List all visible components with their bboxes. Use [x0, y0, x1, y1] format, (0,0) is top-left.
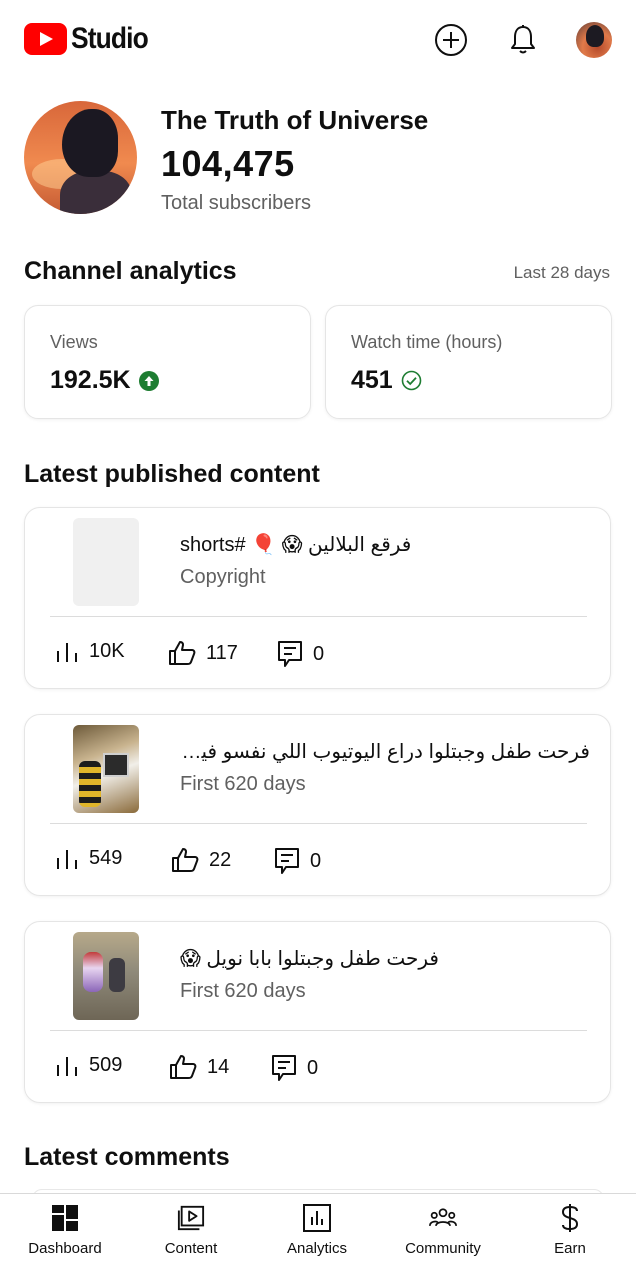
content-icon [177, 1204, 205, 1232]
bottom-navigation: Dashboard Content Analytics Community Ea… [0, 1193, 636, 1280]
likes-count: 14 [207, 1055, 230, 1078]
comment-icon [275, 848, 299, 874]
views-metric: 509 [55, 1054, 122, 1077]
content-card[interactable]: فرحت طفل وجبتلوا دراع اليوتيوب اللي نفسو… [24, 714, 611, 896]
subscriber-label: Total subscribers [161, 192, 312, 214]
video-title: فرحت طفل وجبتلوا بابا نويل 😱 [180, 948, 439, 970]
logo-text: Studio [71, 22, 149, 55]
channel-avatar[interactable] [24, 101, 137, 214]
dollar-icon [556, 1204, 584, 1232]
nav-label: Analytics [286, 1240, 348, 1257]
comments-count: 0 [307, 1056, 319, 1079]
bar-chart-icon [57, 849, 77, 869]
video-thumbnail[interactable] [73, 518, 139, 606]
views-metric: 549 [55, 847, 122, 870]
video-thumbnail[interactable] [73, 932, 139, 1020]
content-card[interactable]: فرحت طفل وجبتلوا بابا نويل 😱 First 620 d… [24, 921, 611, 1103]
likes-count: 117 [206, 641, 238, 664]
likes-metric: 117 [168, 640, 238, 666]
channel-name: The Truth of Universe [161, 105, 429, 135]
nav-earn[interactable]: Earn [510, 1194, 630, 1280]
views-value-row: 192.5K [50, 366, 159, 395]
nav-content[interactable]: Content [131, 1194, 251, 1280]
comments-metric: 0 [274, 847, 321, 875]
likes-metric: 22 [171, 847, 231, 873]
dashboard-icon [51, 1204, 79, 1232]
divider [50, 823, 587, 824]
bar-chart-icon [57, 1056, 77, 1076]
views-card[interactable]: Views 192.5K [24, 305, 311, 419]
channel-profile: The Truth of Universe 104,475 Total subs… [24, 101, 624, 215]
divider [50, 1030, 587, 1031]
video-subtitle: First 620 days [180, 980, 306, 1002]
watch-time-value: 451 [351, 366, 393, 394]
comments-metric: 0 [271, 1054, 318, 1082]
views-value: 192.5K [50, 366, 131, 394]
video-subtitle: First 620 days [180, 773, 306, 795]
thumbs-up-icon [169, 641, 196, 665]
youtube-studio-logo[interactable]: Studio [24, 22, 158, 56]
nav-label: Dashboard [28, 1240, 102, 1257]
bar-chart-icon [57, 642, 77, 662]
analytics-icon [303, 1204, 331, 1232]
comment-icon [272, 1055, 296, 1081]
likes-metric: 14 [169, 1054, 229, 1080]
video-thumbnail[interactable] [73, 725, 139, 813]
watch-time-card[interactable]: Watch time (hours) 451 [325, 305, 612, 419]
account-avatar[interactable] [576, 22, 612, 58]
divider [50, 616, 587, 617]
video-title: فرحت طفل وجبتلوا دراع اليوتيوب اللي نفسو… [180, 741, 590, 763]
create-icon [435, 24, 467, 56]
check-circle-icon [401, 370, 422, 391]
video-title: فرقع البلالين 😱 🎈 #shorts [180, 534, 412, 556]
nav-community[interactable]: Community [383, 1194, 503, 1280]
video-subtitle: Copyright [180, 566, 266, 588]
comment-icon [278, 641, 302, 667]
thumbs-up-icon [172, 848, 199, 872]
views-count: 549 [89, 847, 123, 869]
nav-label: Community [405, 1240, 481, 1257]
top-app-bar: Studio [0, 0, 636, 80]
comments-metric: 0 [277, 640, 324, 668]
views-count: 509 [89, 1054, 123, 1076]
nav-dashboard[interactable]: Dashboard [5, 1194, 125, 1280]
latest-content-heading: Latest published content [24, 460, 320, 488]
subscriber-count: 104,475 [161, 143, 295, 184]
comments-count: 0 [313, 642, 325, 665]
notifications-button[interactable] [505, 22, 541, 58]
thumbs-up-icon [170, 1055, 197, 1079]
watch-time-label: Watch time (hours) [351, 332, 503, 352]
latest-comments-heading: Latest comments [24, 1143, 230, 1171]
nav-label: Earn [554, 1240, 586, 1257]
nav-analytics[interactable]: Analytics [257, 1194, 377, 1280]
analytics-range: Last 28 days [513, 263, 610, 282]
views-count: 10K [89, 640, 125, 662]
comments-count: 0 [310, 849, 322, 872]
content-card[interactable]: فرقع البلالين 😱 🎈 #shorts Copyright 10K … [24, 507, 611, 689]
likes-count: 22 [209, 848, 232, 871]
watch-time-value-row: 451 [351, 366, 422, 395]
views-metric: 10K [55, 640, 125, 663]
channel-analytics-heading: Channel analytics [24, 257, 237, 285]
views-label: Views [50, 332, 98, 352]
create-button[interactable] [433, 22, 469, 58]
youtube-play-icon [24, 23, 67, 55]
nav-label: Content [164, 1240, 218, 1257]
community-icon [429, 1204, 457, 1232]
notifications-bell-icon [511, 25, 535, 54]
arrow-up-circle-icon [138, 370, 159, 391]
